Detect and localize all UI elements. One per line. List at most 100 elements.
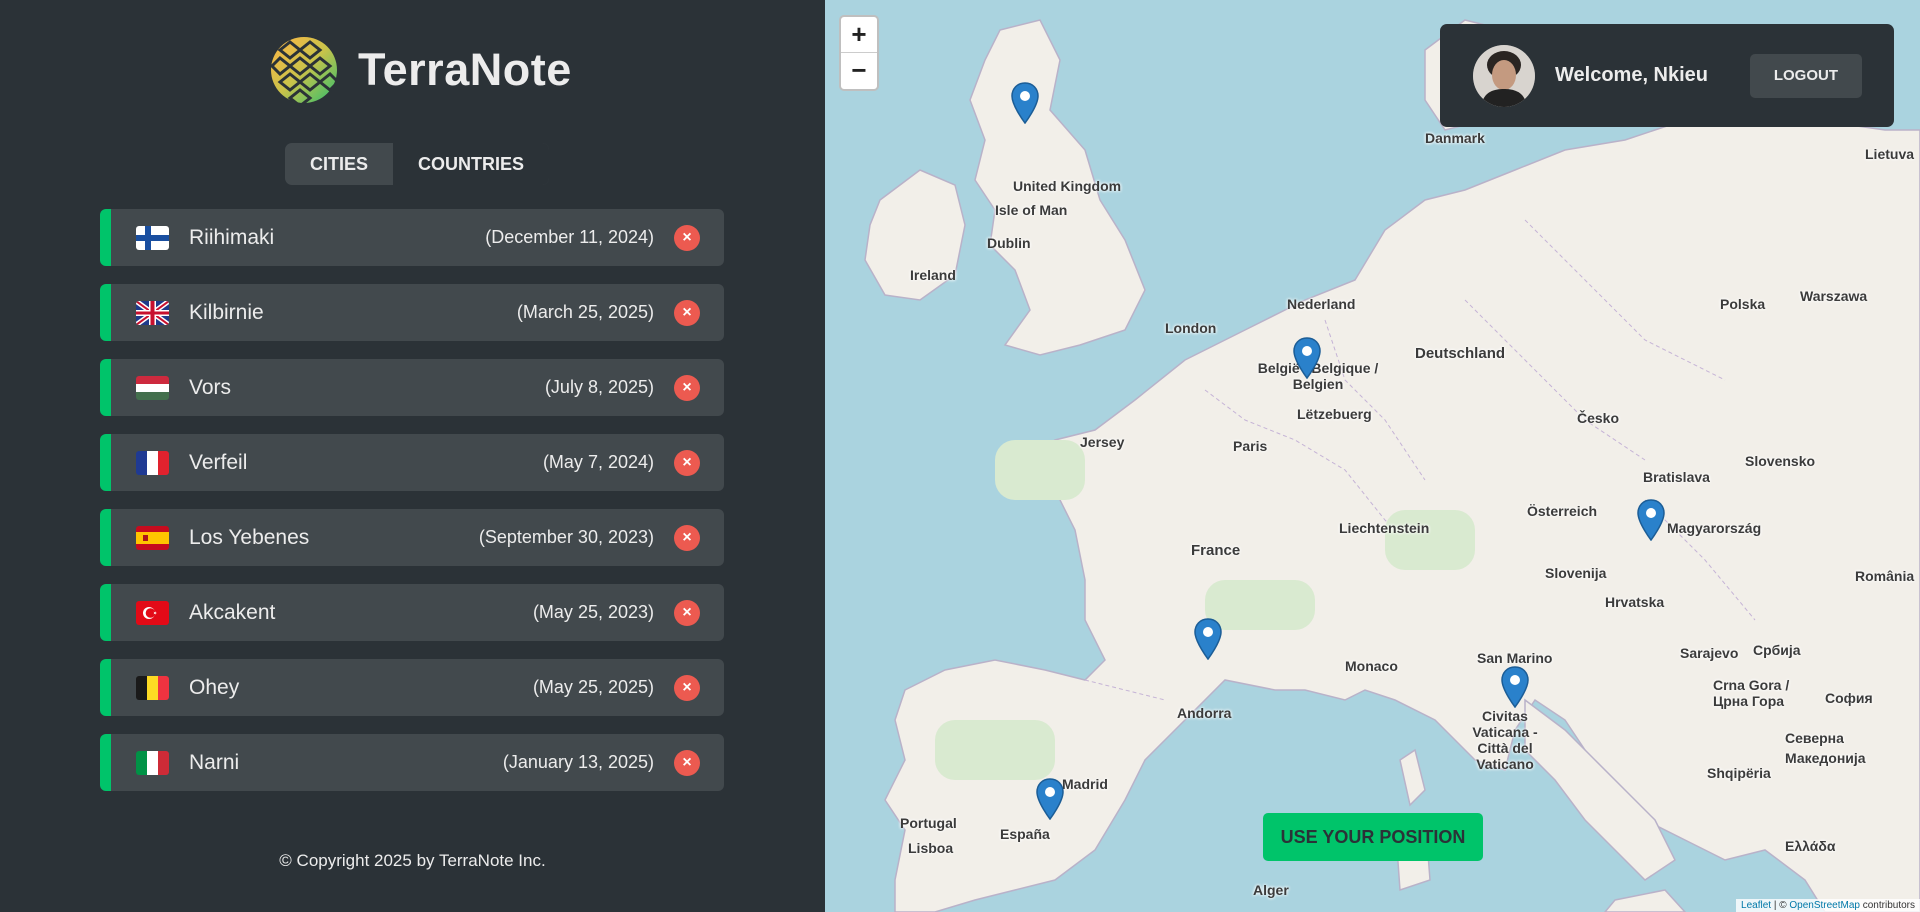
list-item[interactable]: Ohey (May 25, 2025) × [100,659,724,716]
place-label: Slovenija [1545,565,1607,581]
city-name: Los Yebenes [189,525,310,549]
list-item[interactable]: Los Yebenes (September 30, 2023) × [100,509,724,566]
list-item[interactable]: Narni (January 13, 2025) × [100,734,724,791]
tab-countries[interactable]: Countries [393,143,550,185]
leaflet-link[interactable]: Leaflet [1741,900,1771,911]
belgium-flag-icon [136,675,169,700]
place-label: Lisboa [908,840,954,856]
zoom-in-button[interactable]: + [841,17,877,53]
logo: TerraNote [270,36,572,104]
place-label: Paris [1233,438,1268,454]
logout-button[interactable]: Logout [1749,53,1862,98]
place-label: Ελλάδα [1785,838,1836,854]
place-label: Lietuva [1865,146,1915,162]
zoom-out-button[interactable]: − [841,53,877,89]
place-label: Србија [1753,642,1801,658]
place-label: Alger [1253,882,1289,898]
delete-button[interactable]: × [674,374,700,401]
city-date: (May 25, 2025) [532,677,654,697]
use-position-button[interactable]: Use your position [1263,813,1483,861]
place-label: Nederland [1287,296,1356,312]
map-marker-icon[interactable] [1011,82,1039,124]
place-label: Sarajevo [1680,645,1739,661]
turkey-flag-icon [136,600,169,625]
delete-button[interactable]: × [674,224,700,251]
view-tabs: Cities Countries [285,143,550,185]
city-name: Verfeil [189,450,248,474]
place-label: Lëtzebuerg [1297,406,1372,422]
place-label: Warszawa [1800,288,1868,304]
map-marker-icon[interactable] [1293,337,1321,379]
place-label: Andorra [1177,705,1232,721]
list-item[interactable]: Akcakent (May 25, 2023) × [100,584,724,641]
italy-flag-icon [136,750,169,775]
globe-logo-icon [270,37,338,104]
place-label: София [1825,690,1873,706]
place-label: Slovensko [1745,453,1816,469]
city-name: Kilbirnie [189,300,264,324]
place-label: Shqipëria [1707,765,1771,781]
map-marker-icon[interactable] [1036,778,1064,820]
place-label: United Kingdom [1013,178,1122,194]
list-item[interactable]: Riihimaki (December 11, 2024) × [100,209,724,266]
list-item[interactable]: Vors (July 8, 2025) × [100,359,724,416]
finland-flag-icon [136,225,169,250]
list-item[interactable]: Kilbirnie (March 25, 2025) × [100,284,724,341]
city-date: (January 13, 2025) [502,752,654,772]
avatar [1473,44,1535,107]
place-label: Portugal [900,815,957,831]
user-photo-icon [1473,44,1535,107]
place-label: España [1000,826,1050,842]
place-label: Crna Gora / Црна Гора [1713,677,1790,709]
delete-button[interactable]: × [674,749,700,776]
place-label: Jersey [1080,434,1125,450]
map-marker-icon[interactable] [1637,499,1665,541]
welcome-text: Welcome, Nkieu [1555,64,1709,86]
united-kingdom-flag-icon [136,300,169,325]
city-date: (July 8, 2025) [544,377,654,397]
city-date: (May 25, 2023) [532,602,654,622]
delete-button[interactable]: × [674,524,700,551]
place-label: Dublin [987,235,1031,251]
delete-button[interactable]: × [674,449,700,476]
place-label: London [1165,320,1217,336]
place-label: Ireland [910,267,956,283]
map[interactable]: United Kingdom Isle of Man Dublin Irelan… [825,0,1920,912]
place-label: Österreich [1527,503,1598,519]
place-label: France [1191,542,1241,559]
city-date: (March 25, 2025) [516,302,654,322]
place-label: Civitas Vaticana - Città del Vaticano [1472,708,1538,772]
delete-button[interactable]: × [674,599,700,626]
map-marker-icon[interactable] [1501,666,1529,708]
place-label: Česko [1577,410,1620,426]
place-label: Isle of Man [995,202,1068,218]
app-name: TerraNote [358,44,572,95]
sidebar: TerraNote Cities Countries Riihimaki (De… [0,0,825,912]
attribution-suffix: contributors [1862,900,1915,911]
spain-flag-icon [136,525,169,550]
city-name: Narni [189,750,240,774]
delete-button[interactable]: × [674,674,700,701]
place-label: România [1855,568,1915,584]
list-item[interactable]: Verfeil (May 7, 2024) × [100,434,724,491]
place-label: Liechtenstein [1339,520,1430,536]
city-date: (December 11, 2024) [485,227,654,247]
place-label: Северна [1785,730,1844,746]
openstreetmap-link[interactable]: OpenStreetMap [1789,900,1860,911]
zoom-control: + − [839,15,879,91]
place-label: Madrid [1062,776,1108,792]
map-marker-icon[interactable] [1194,618,1222,660]
tab-cities[interactable]: Cities [285,143,393,185]
place-label: Македонија [1785,750,1866,766]
map-attribution: Leaflet | © OpenStreetMap contributors [1736,899,1920,912]
place-label: Monaco [1345,658,1398,674]
place-label: San Marino [1477,650,1553,666]
city-date: (September 30, 2023) [478,527,654,547]
hungary-flag-icon [136,375,169,400]
delete-button[interactable]: × [674,299,700,326]
place-label: Deutschland [1415,345,1506,362]
place-label: Hrvatska [1605,594,1665,610]
place-label: Magyarország [1667,520,1762,536]
user-panel: Welcome, Nkieu Logout [1440,24,1894,127]
city-name: Riihimaki [189,225,275,249]
